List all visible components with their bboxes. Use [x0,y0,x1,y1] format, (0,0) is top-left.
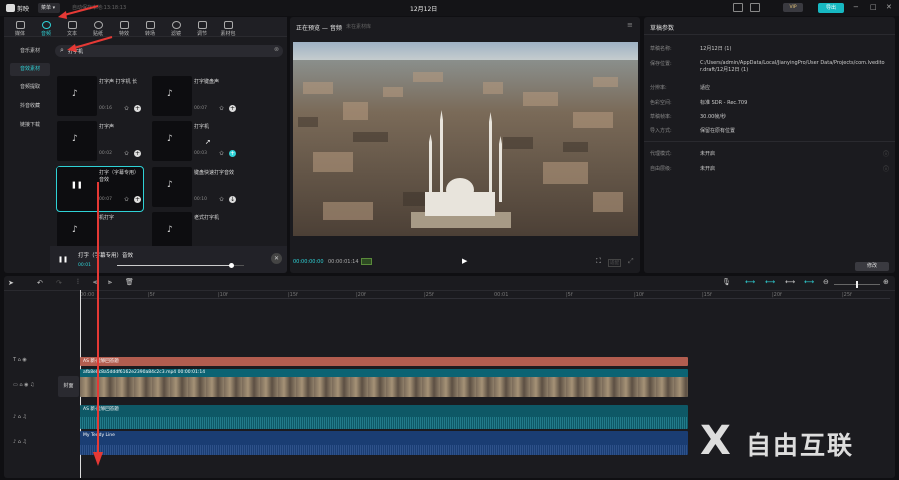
watermark-logo-icon: X [700,418,731,464]
annotation-arrows [58,5,113,466]
watermark-text: 自由互联 [746,431,855,460]
watermark: X 自由互联 [700,418,890,468]
